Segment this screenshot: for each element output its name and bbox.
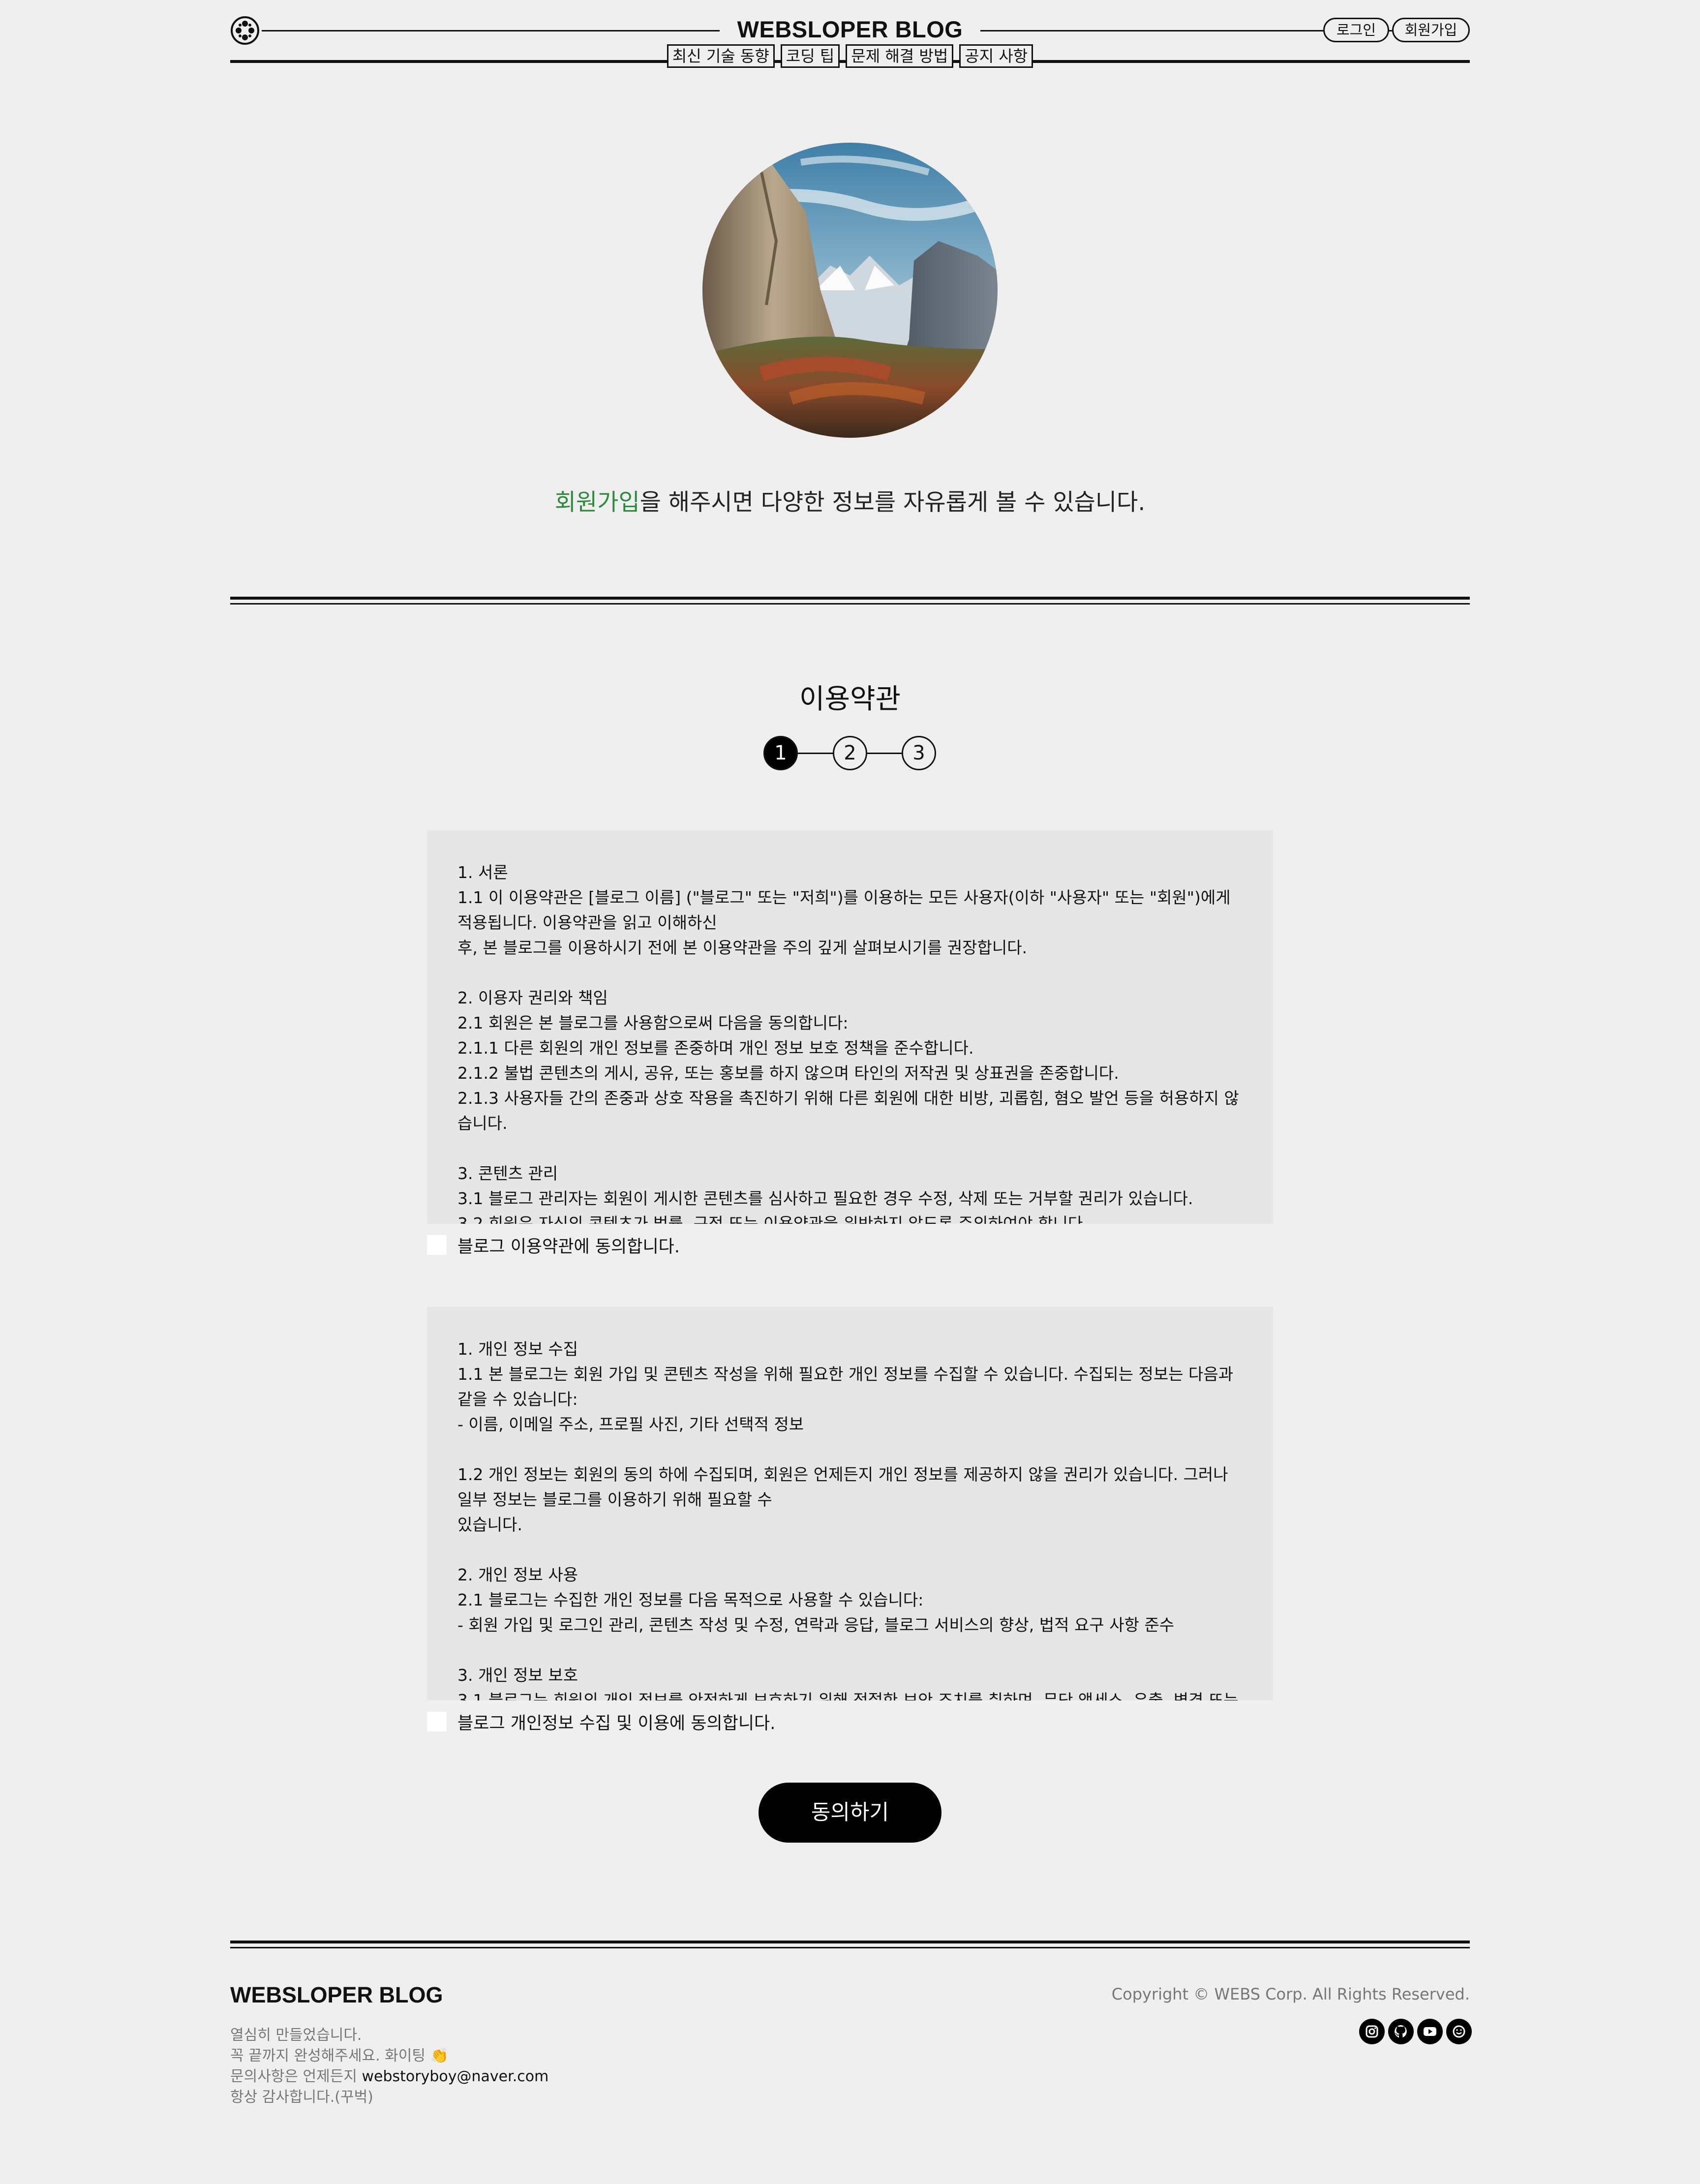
signup-prompt: 회원가입을 해주시면 다양한 정보를 자유롭게 볼 수 있습니다. bbox=[0, 483, 1700, 517]
site-header: WEBSLOPER BLOG 로그인 회원가입 최신 기술 동향 코딩 팁 문제… bbox=[230, 14, 1470, 68]
agree-terms-label: 블로그 이용약관에 동의합니다. bbox=[457, 1237, 680, 1257]
privacy-policy-box[interactable]: 1. 개인 정보 수집 1.1 본 블로그는 회원 가입 및 콘텐츠 작성을 위… bbox=[427, 1307, 1273, 1700]
login-button[interactable]: 로그인 bbox=[1323, 18, 1389, 42]
smile-icon[interactable] bbox=[1446, 2019, 1472, 2044]
page-title: 이용약관 bbox=[799, 683, 901, 715]
nav-item-tech-trends[interactable]: 최신 기술 동향 bbox=[667, 44, 775, 68]
nav-item-notice[interactable]: 공지 사항 bbox=[959, 44, 1033, 68]
agree-terms-checkbox[interactable] bbox=[427, 1235, 447, 1255]
signup-button[interactable]: 회원가입 bbox=[1392, 18, 1470, 42]
agree-privacy-label: 블로그 개인정보 수집 및 이용에 동의합니다. bbox=[457, 1713, 776, 1733]
main-nav: 최신 기술 동향 코딩 팁 문제 해결 방법 공지 사항 bbox=[230, 44, 1470, 68]
agree-terms-row[interactable]: 블로그 이용약관에 동의합니다. bbox=[427, 1234, 680, 1257]
privacy-policy-text: 1. 개인 정보 수집 1.1 본 블로그는 회원 가입 및 콘텐츠 작성을 위… bbox=[457, 1339, 1239, 1700]
step-1: 1 bbox=[763, 736, 798, 770]
contact-email-link[interactable]: webstoryboy@naver.com bbox=[362, 2068, 548, 2085]
step-connector bbox=[867, 753, 903, 754]
nav-item-coding-tips[interactable]: 코딩 팁 bbox=[780, 44, 840, 68]
signup-prompt-text: 을 해주시면 다양한 정보를 자유롭게 볼 수 있습니다. bbox=[639, 489, 1146, 516]
youtube-icon[interactable] bbox=[1417, 2019, 1443, 2044]
agree-submit-button[interactable]: 동의하기 bbox=[759, 1783, 941, 1843]
copyright-text: Copyright © WEBS Corp. All Rights Reserv… bbox=[1111, 1985, 1470, 2003]
terms-of-service-box[interactable]: 1. 서론 1.1 이 이용약관은 [블로그 이름] ("블로그" 또는 "저희… bbox=[427, 830, 1273, 1224]
agree-privacy-checkbox[interactable] bbox=[427, 1712, 447, 1731]
footer-line-1: 열심히 만들었습니다. bbox=[230, 2027, 362, 2044]
footer-line-2: 꼭 끝까지 완성해주세요. 화이팅 👏 bbox=[230, 2047, 449, 2064]
github-icon[interactable] bbox=[1388, 2019, 1414, 2044]
step-2: 2 bbox=[833, 736, 867, 770]
step-connector bbox=[798, 753, 834, 754]
signup-link[interactable]: 회원가입 bbox=[555, 489, 640, 516]
terms-of-service-text: 1. 서론 1.1 이 이용약관은 [블로그 이름] ("블로그" 또는 "저희… bbox=[457, 863, 1239, 1224]
contact-prefix: 문의사항은 언제든지 bbox=[230, 2068, 362, 2085]
site-title[interactable]: WEBSLOPER BLOG bbox=[719, 16, 981, 42]
step-3: 3 bbox=[902, 736, 936, 770]
footer-title: WEBSLOPER BLOG bbox=[230, 1982, 443, 2007]
agree-privacy-row[interactable]: 블로그 개인정보 수집 및 이용에 동의합니다. bbox=[427, 1711, 776, 1733]
footer-line-3: 문의사항은 언제든지 webstoryboy@naver.com bbox=[230, 2064, 548, 2086]
logo-icon[interactable] bbox=[230, 16, 260, 45]
instagram-icon[interactable] bbox=[1359, 2019, 1385, 2044]
footer-line-4: 항상 감사합니다.(꾸벅) bbox=[230, 2089, 373, 2106]
hero-image bbox=[702, 143, 998, 438]
nav-item-troubleshooting[interactable]: 문제 해결 방법 bbox=[846, 44, 954, 68]
